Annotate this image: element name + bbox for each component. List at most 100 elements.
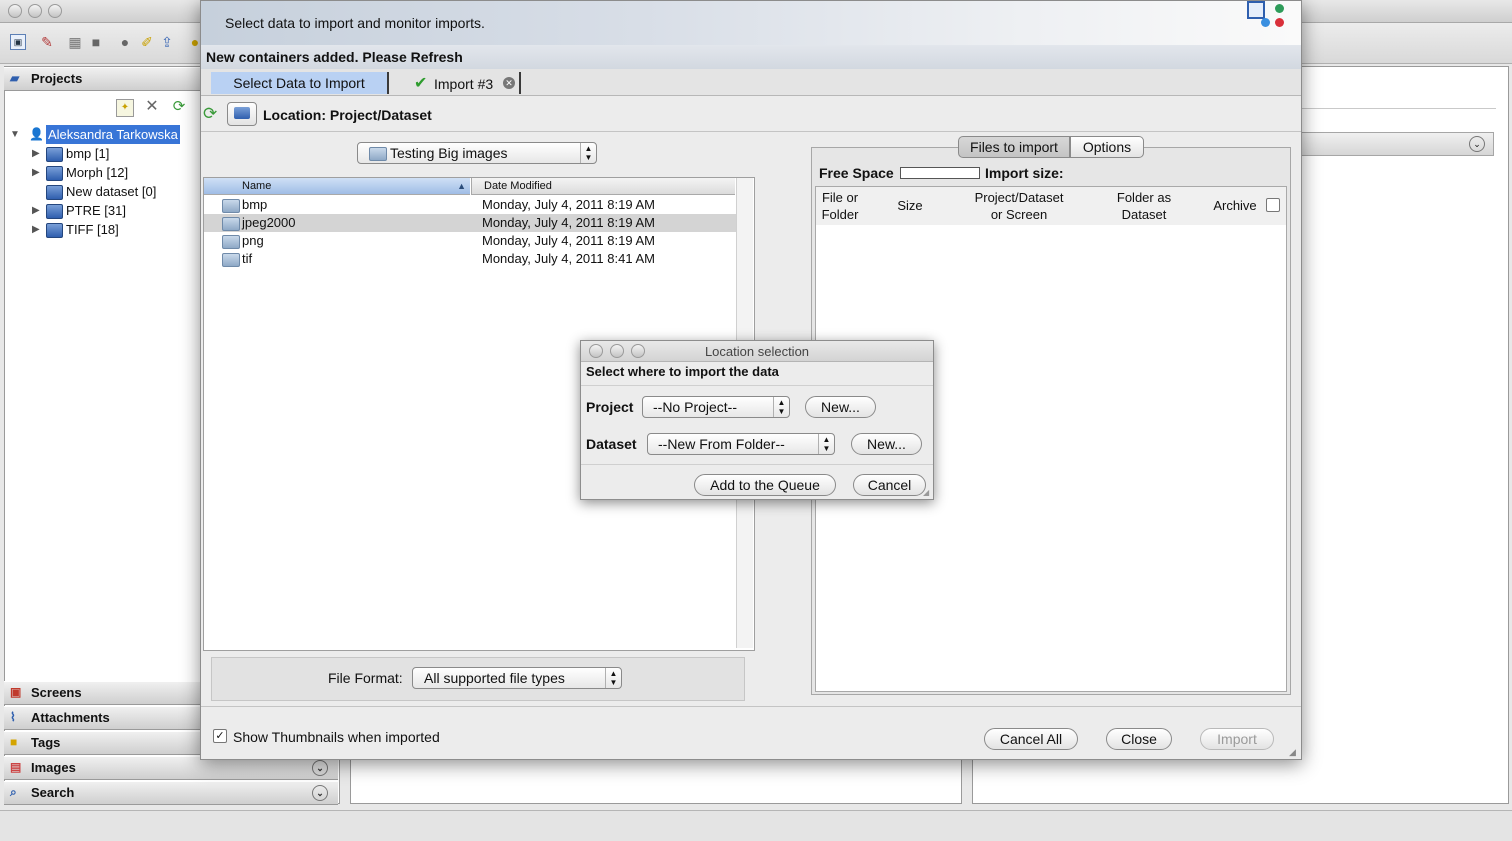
folder-icon <box>222 253 240 267</box>
projects-folder-icon: ▰ <box>10 71 20 85</box>
new-container-icon[interactable]: ✦ <box>116 99 134 117</box>
tree-item-label: PTRE [31] <box>66 203 126 218</box>
search-icon: ⌕ <box>10 785 17 799</box>
location-bar: ⟳ Location: Project/Dataset <box>201 97 1301 132</box>
close-button[interactable]: Close <box>1106 728 1172 750</box>
status-bar <box>0 810 1512 841</box>
close-tab-icon[interactable]: ✕ <box>503 77 515 89</box>
tree-item-label: New dataset [0] <box>66 184 157 199</box>
col-file-or-folder[interactable]: File or Folder <box>820 189 860 223</box>
file-name: tif <box>242 251 253 266</box>
accordion-search[interactable]: ⌕ Search ⌄ <box>4 781 338 805</box>
tree-item-label: Morph [12] <box>66 165 129 180</box>
cancel-button[interactable]: Cancel <box>853 474 926 496</box>
sort-asc-icon: ▲ <box>457 181 466 191</box>
file-date: Monday, July 4, 2011 8:41 AM <box>482 251 655 266</box>
screens-icon: ▣ <box>10 685 22 699</box>
search-people-icon[interactable]: ● <box>116 33 134 51</box>
expand-triangle-icon[interactable]: ▶ <box>32 220 44 239</box>
grid-dark-icon[interactable]: ■ <box>87 33 105 51</box>
import-banner: Select data to import and monitor import… <box>201 1 1301 45</box>
minimize-window-button[interactable] <box>28 4 42 18</box>
location-label: Location: Project/Dataset <box>263 107 432 123</box>
expand-triangle-icon[interactable]: ▶ <box>32 163 44 182</box>
dialog-divider-bottom <box>581 464 933 465</box>
show-thumbnails-checkbox[interactable]: ✓ <box>213 729 227 743</box>
close-window-button[interactable] <box>8 4 22 18</box>
new-project-button[interactable]: New... <box>805 396 876 418</box>
message-bar: New containers added. Please Refresh <box>201 45 1301 69</box>
dataset-folder-icon <box>46 223 63 238</box>
dataset-folder-icon <box>46 204 63 219</box>
user-icon: 👤 <box>29 127 44 141</box>
dataset-folder-icon <box>46 185 63 200</box>
logo-dot-blue <box>1261 18 1270 27</box>
zoom-window-button[interactable] <box>48 4 62 18</box>
combo-arrow-icon: ▲ ▼ <box>818 434 834 454</box>
grid-icon[interactable]: ▦ <box>66 33 84 51</box>
refresh-location-icon[interactable]: ⟳ <box>203 104 217 124</box>
col-size[interactable]: Size <box>892 197 928 214</box>
file-row[interactable]: png Monday, July 4, 2011 8:19 AM <box>204 232 736 250</box>
expand-chevron-icon[interactable]: ⌄ <box>312 785 328 801</box>
expand-chevron-icon[interactable]: ⌄ <box>1469 136 1485 152</box>
tab-import-3[interactable]: ✔ Import #3 ✕ <box>411 72 521 94</box>
folder-combo[interactable]: Testing Big images ▲ ▼ <box>357 142 597 164</box>
file-row[interactable]: jpeg2000 Monday, July 4, 2011 8:19 AM <box>204 214 736 232</box>
tab-select-data[interactable]: Select Data to Import <box>211 72 389 94</box>
project-combo[interactable]: --No Project-- ▲ ▼ <box>642 396 790 418</box>
refresh-icon[interactable]: ⟳ <box>170 98 188 116</box>
resize-grip-icon[interactable]: ◢ <box>1289 747 1299 757</box>
annotate-icon[interactable]: ✐ <box>138 33 156 51</box>
expand-chevron-icon[interactable]: ⌄ <box>312 760 328 776</box>
dataset-folder-icon <box>46 166 63 181</box>
file-row[interactable]: tif Monday, July 4, 2011 8:41 AM <box>204 250 736 268</box>
new-dataset-button[interactable]: New... <box>851 433 922 455</box>
col-project-dataset[interactable]: Project/Dataset or Screen <box>964 189 1074 223</box>
right-pane-header[interactable]: ⌄ <box>1300 132 1494 156</box>
dataset-combo[interactable]: --New From Folder-- ▲ ▼ <box>647 433 835 455</box>
name-column-header[interactable]: Name ▲ <box>204 178 470 195</box>
banner-text: Select data to import and monitor import… <box>225 15 485 31</box>
resize-grip-icon[interactable]: ◢ <box>923 488 929 497</box>
edit-icon[interactable]: ✎ <box>38 33 56 51</box>
combo-arrow-icon: ▲ ▼ <box>580 143 596 163</box>
col-archive[interactable]: Archive <box>1212 197 1258 214</box>
delete-icon[interactable]: ✕ <box>144 98 160 116</box>
location-selection-dialog: Location selection Select where to impor… <box>580 340 934 500</box>
file-name: bmp <box>242 197 268 212</box>
dialog-title: Location selection <box>704 344 810 359</box>
omero-logo-icon <box>1247 1 1265 19</box>
expand-triangle-icon[interactable]: ▶ <box>32 201 44 220</box>
archive-checkbox[interactable] <box>1266 198 1280 212</box>
import-tabs: Select Data to Import ✔ Import #3 ✕ <box>201 69 1301 96</box>
refresh-message: New containers added. Please Refresh <box>206 49 463 65</box>
combo-arrow-icon: ▲ ▼ <box>605 668 621 688</box>
location-dialog-titlebar: Location selection <box>581 341 933 362</box>
folder-icon <box>222 217 240 231</box>
folder-icon <box>222 235 240 249</box>
logo-dot-green <box>1275 4 1284 13</box>
expand-triangle-icon[interactable]: ▶ <box>32 144 44 163</box>
add-to-queue-button[interactable]: Add to the Queue <box>694 474 836 496</box>
tab-options[interactable]: Options <box>1070 136 1144 158</box>
col-folder-as-dataset[interactable]: Folder as Dataset <box>1106 189 1182 223</box>
upload-icon[interactable]: ⇪ <box>158 33 176 51</box>
folder-icon <box>369 147 387 161</box>
attachments-icon: ⌇ <box>10 710 16 724</box>
combo-arrow-icon: ▲ ▼ <box>773 397 789 417</box>
date-column-header[interactable]: Date Modified <box>471 178 735 195</box>
cancel-all-button[interactable]: Cancel All <box>984 728 1078 750</box>
file-format-bar: File Format: All supported file types ▲ ▼ <box>211 657 745 701</box>
tab-files-to-import[interactable]: Files to import <box>958 136 1070 158</box>
import-button[interactable]: Import <box>1200 728 1274 750</box>
browse-location-button[interactable] <box>227 102 257 126</box>
collapse-triangle-icon[interactable]: ▼ <box>10 125 22 144</box>
new-project-icon[interactable]: ▣ <box>10 34 26 50</box>
tags-icon: ■ <box>10 735 18 749</box>
file-format-combo[interactable]: All supported file types ▲ ▼ <box>412 667 622 689</box>
footer-divider <box>201 706 1301 707</box>
file-row[interactable]: bmp Monday, July 4, 2011 8:19 AM <box>204 196 736 214</box>
file-name: png <box>242 233 264 248</box>
file-name: jpeg2000 <box>242 215 296 230</box>
